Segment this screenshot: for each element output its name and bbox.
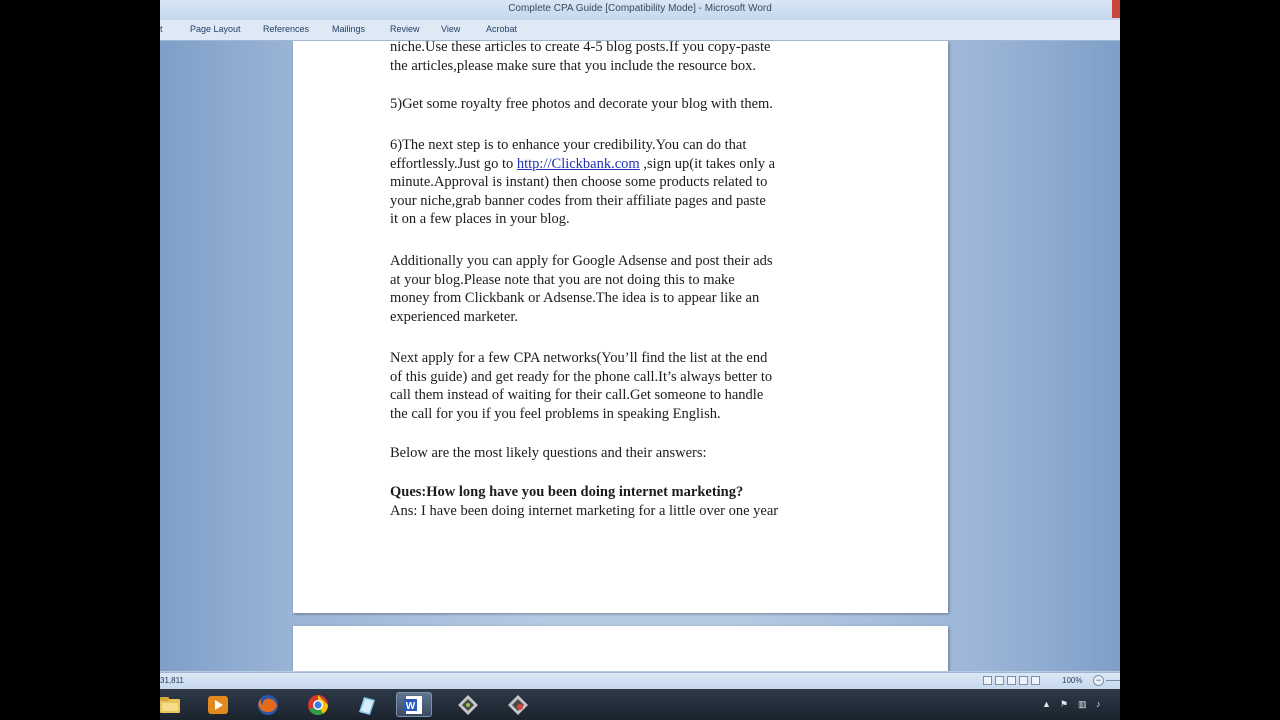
text-line: your niche,grab banner codes from their … (390, 192, 766, 209)
text-line: at your blog.Please note that you are no… (390, 271, 735, 288)
taskbar: W ▲ ⚑ ▥ ♪ (160, 689, 1120, 720)
full-screen-reading-view-icon[interactable] (995, 676, 1004, 685)
text-line: call them instead of waiting for their c… (390, 387, 764, 403)
volume-icon[interactable]: ♪ (1096, 699, 1101, 709)
zoom-level[interactable]: 100% (1062, 676, 1082, 685)
text-line: niche.Use these articles to create 4-5 b… (390, 41, 771, 55)
text-line: Below are the most likely questions and … (390, 445, 707, 461)
svg-text:W: W (406, 701, 416, 712)
draft-view-icon[interactable] (1031, 676, 1040, 685)
text-line: effortlessly.Just go to http://Clickbank… (390, 155, 860, 174)
app-icon-1[interactable] (450, 692, 486, 717)
firefox-icon[interactable] (250, 692, 286, 717)
screen: Complete CPA Guide [Compatibility Mode] … (160, 0, 1120, 720)
answer-line: Ans: I have been doing internet marketin… (390, 502, 779, 519)
tab-references[interactable]: References (263, 24, 309, 34)
media-player-icon[interactable] (200, 692, 236, 717)
tab-acrobat[interactable]: Acrobat (486, 24, 517, 34)
window-title: Complete CPA Guide [Compatibility Mode] … (508, 3, 772, 14)
paragraph-articles: niche.Use these articles to create 4-5 b… (390, 41, 860, 75)
question-line: Ques:How long have you been doing intern… (390, 484, 744, 500)
text-segment: ,sign up(it takes only a (639, 155, 776, 172)
text-line: Additionally you can apply for Google Ad… (390, 253, 773, 269)
tab-partial[interactable]: t (160, 24, 163, 34)
paragraph-adsense: Additionally you can apply for Google Ad… (390, 252, 860, 326)
document-area[interactable]: niche.Use these articles to create 4-5 b… (160, 41, 1120, 671)
text-line: of this guide) and get ready for the pho… (390, 368, 773, 385)
paragraph-credibility: 6)The next step is to enhance your credi… (390, 136, 860, 229)
text-line: 5)Get some royalty free photos and decor… (390, 96, 773, 112)
outline-view-icon[interactable] (1019, 676, 1028, 685)
close-button[interactable] (1112, 0, 1120, 18)
text-line: it on a few places in your blog. (390, 211, 570, 227)
document-page[interactable]: niche.Use these articles to create 4-5 b… (293, 41, 948, 613)
tab-mailings[interactable]: Mailings (332, 24, 365, 34)
word-count[interactable]: 31,811 (160, 676, 184, 685)
text-line: money from Clickbank or Adsense.The idea… (390, 290, 760, 306)
status-bar: 31,811 100% − (160, 672, 1120, 690)
print-layout-view-icon[interactable] (983, 676, 992, 685)
clickbank-link[interactable]: http://Clickbank.com (517, 156, 640, 172)
network-icon[interactable]: ▥ (1078, 699, 1087, 710)
notepad-icon[interactable] (348, 692, 384, 717)
text-line: the articles,please make sure that you i… (390, 57, 756, 74)
text-line: experienced marketer. (390, 308, 519, 325)
tab-review[interactable]: Review (390, 24, 420, 34)
tab-page-layout[interactable]: Page Layout (190, 24, 241, 34)
chrome-icon[interactable] (300, 692, 336, 717)
paragraph-photos: 5)Get some royalty free photos and decor… (390, 95, 860, 114)
explorer-icon[interactable] (160, 692, 188, 717)
zoom-slider[interactable] (1106, 680, 1120, 681)
text-segment: effortlessly.Just go to (390, 155, 517, 172)
app-icon-2[interactable] (500, 692, 536, 717)
text-line: the call for you if you feel problems in… (390, 405, 721, 422)
action-center-icon[interactable]: ⚑ (1060, 699, 1068, 710)
text-line: 6)The next step is to enhance your credi… (390, 137, 747, 153)
zoom-out-button[interactable]: − (1093, 675, 1104, 686)
next-page[interactable] (293, 626, 948, 671)
paragraph-cpa-networks: Next apply for a few CPA networks(You’ll… (390, 349, 860, 423)
web-layout-view-icon[interactable] (1007, 676, 1016, 685)
word-icon[interactable]: W (396, 692, 432, 717)
tab-view[interactable]: View (441, 24, 460, 34)
tray-arrow-icon[interactable]: ▲ (1042, 699, 1051, 709)
paragraph-questions-intro: Below are the most likely questions and … (390, 444, 860, 463)
paragraph-qa: Ques:How long have you been doing intern… (390, 483, 860, 520)
title-bar: Complete CPA Guide [Compatibility Mode] … (160, 0, 1120, 20)
text-line: minute.Approval is instant) then choose … (390, 174, 768, 190)
ribbon-tabs: t Page Layout References Mailings Review… (160, 20, 1120, 41)
text-line: Next apply for a few CPA networks(You’ll… (390, 350, 768, 366)
